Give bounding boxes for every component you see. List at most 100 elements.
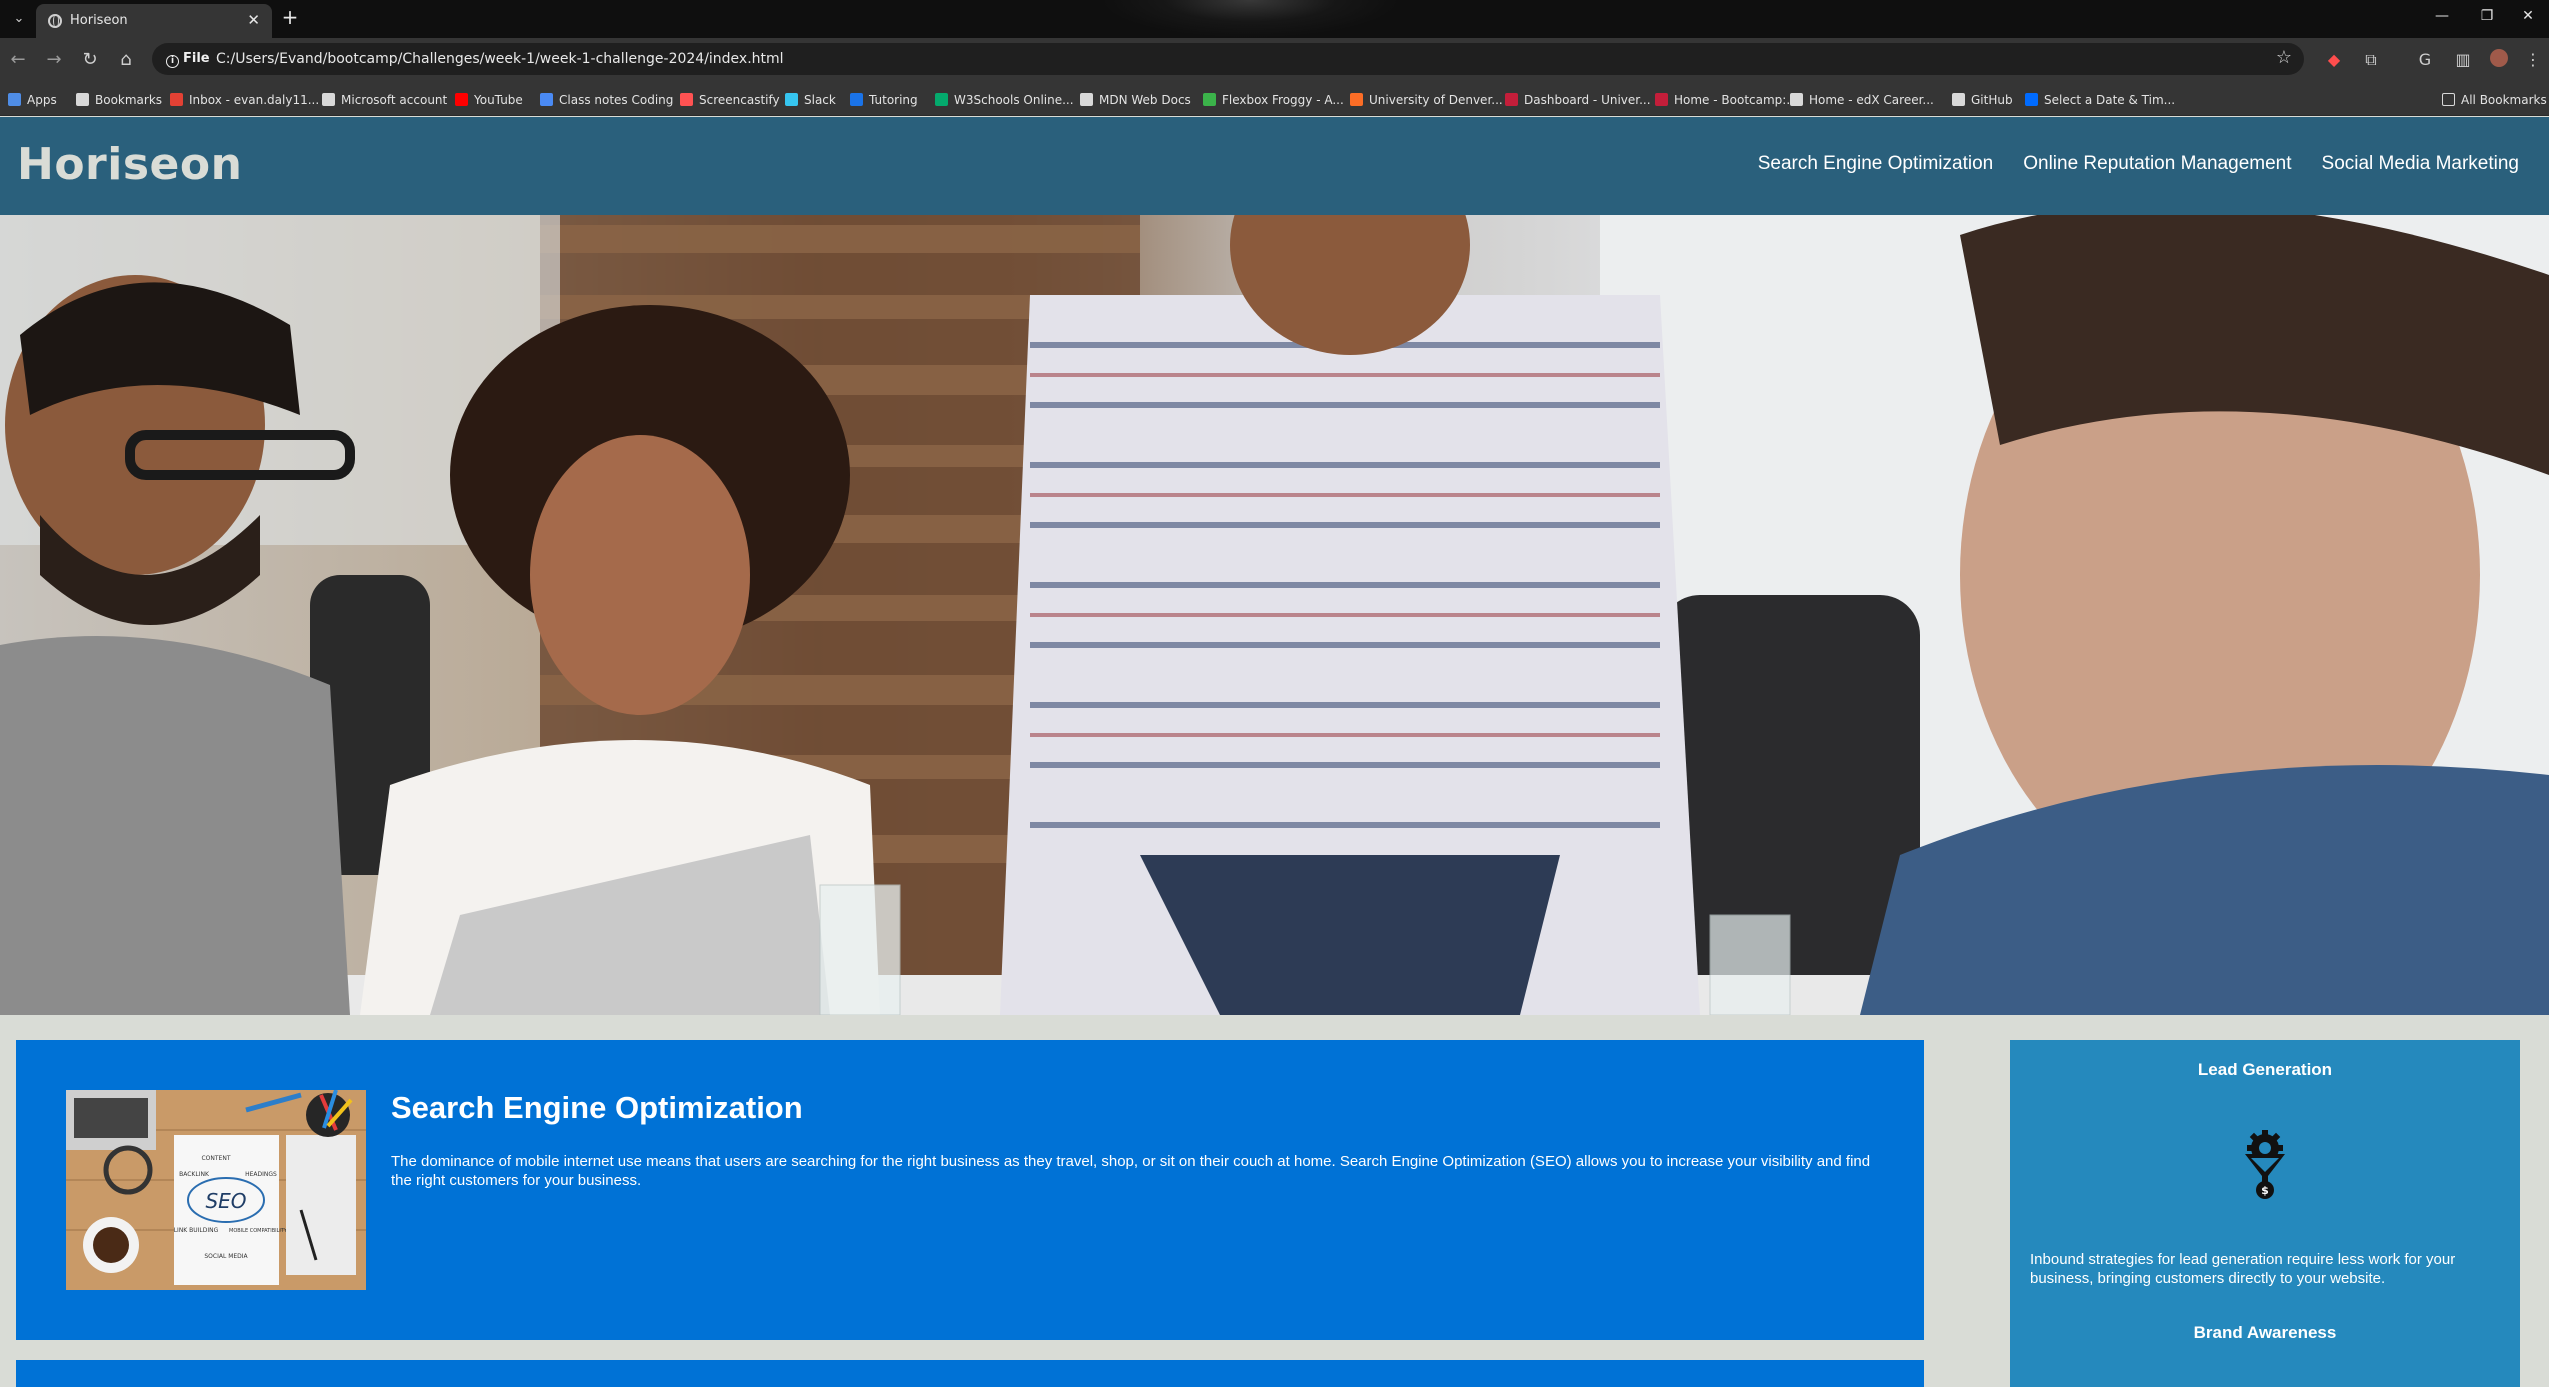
forward-icon[interactable]: → <box>42 48 66 72</box>
bookmark-label: University of Denver... <box>1369 93 1503 107</box>
bookmark-label: Apps <box>27 93 57 107</box>
lead-generation-title: Lead Generation <box>2197 1060 2333 1079</box>
seo-desk-illustration: SEO CONTENT BACKLINK HEADINGS LINK BUILD… <box>66 1090 366 1290</box>
address-bar[interactable]: i File C:/Users/Evand/bootcamp/Challenges… <box>152 43 2304 75</box>
bookmark-item[interactable]: Bookmarks <box>76 91 162 109</box>
hero-photo-illustration <box>0 215 2549 1015</box>
bookmark-label: Microsoft account <box>341 93 448 107</box>
tutoring-icon <box>850 93 863 106</box>
bookmark-item[interactable]: University of Denver... <box>1350 91 1503 109</box>
bookmark-item[interactable]: Select a Date & Tim... <box>2025 91 2175 109</box>
globe-icon <box>48 14 62 28</box>
bookmark-label: Slack <box>804 93 836 107</box>
bookmark-item[interactable]: Screencastify <box>680 91 780 109</box>
side-panel-icon[interactable]: ▥ <box>2452 49 2474 71</box>
brand-awareness-title: Brand Awareness <box>2193 1323 2337 1342</box>
seo-image-word: HEADINGS <box>245 1171 277 1178</box>
all-bookmarks-label: All Bookmarks <box>2461 93 2547 107</box>
slack-icon <box>785 93 798 106</box>
edx-icon <box>1790 93 1803 106</box>
bookmark-item[interactable]: YouTube <box>455 91 523 109</box>
bookmark-label: Flexbox Froggy - A... <box>1222 93 1344 107</box>
url-text[interactable]: C:/Users/Evand/bootcamp/Challenges/week-… <box>216 51 784 67</box>
microsoft-icon <box>322 93 335 106</box>
menu-kebab-icon[interactable]: ⋮ <box>2522 49 2544 71</box>
tab-search-icon[interactable]: ⌄ <box>8 8 30 30</box>
bookmark-label: Dashboard - Univer... <box>1524 93 1651 107</box>
site-nav: Search Engine Optimization Online Reputa… <box>1758 153 2519 175</box>
all-bookmarks[interactable]: All Bookmarks <box>2442 91 2547 109</box>
nav-link-seo[interactable]: Search Engine Optimization <box>1758 153 1994 175</box>
tab-title: Horiseon <box>70 13 128 28</box>
seo-image-word: SEO <box>205 1189 246 1213</box>
next-content-section <box>16 1360 1924 1387</box>
youtube-icon <box>455 93 468 106</box>
nav-link-social-media[interactable]: Social Media Marketing <box>2322 153 2519 175</box>
bookmark-item[interactable]: Slack <box>785 91 836 109</box>
bookmarks-bar: Apps Bookmarks Inbox - evan.daly11... Micro… <box>0 82 2549 116</box>
bookmark-label: Home - Bootcamp:... <box>1674 93 1798 107</box>
bookmark-label: YouTube <box>474 93 523 107</box>
canvas-icon <box>1505 93 1518 106</box>
minimize-icon[interactable]: — <box>2430 8 2454 24</box>
seo-image: SEO CONTENT BACKLINK HEADINGS LINK BUILD… <box>66 1090 366 1290</box>
google-icon[interactable]: G <box>2414 49 2436 71</box>
w3schools-icon <box>935 93 948 106</box>
bookmark-item[interactable]: GitHub <box>1952 91 2013 109</box>
bookmark-item[interactable]: Microsoft account <box>322 91 447 109</box>
site-info-chip[interactable]: i File <box>160 48 218 70</box>
bookmark-item[interactable]: Dashboard - Univer... <box>1505 91 1651 109</box>
close-window-icon[interactable]: ✕ <box>2516 8 2540 24</box>
site-header: Horiseon Search Engine Optimization Onli… <box>0 117 2549 215</box>
reload-icon[interactable]: ↻ <box>78 48 102 72</box>
profile-avatar-icon[interactable] <box>2488 49 2510 71</box>
seo-image-word: CONTENT <box>201 1155 230 1162</box>
docs-icon <box>540 93 553 106</box>
bookmark-item[interactable]: Home - edX Career... <box>1790 91 1934 109</box>
bookmark-item[interactable]: Apps <box>8 91 57 109</box>
browser-toolbar: ← → ↻ ⌂ i File C:/Users/Evand/bootcamp/Ch… <box>0 38 2549 82</box>
folder-icon <box>2442 93 2455 106</box>
bookmark-label: Inbox - evan.daly11... <box>189 93 320 107</box>
bookmark-item[interactable]: Home - Bootcamp:... <box>1655 91 1798 109</box>
extensions-icon[interactable]: ⧉ <box>2360 49 2382 71</box>
restore-icon[interactable]: ❐ <box>2475 8 2499 24</box>
seo-section: SEO CONTENT BACKLINK HEADINGS LINK BUILD… <box>16 1040 1924 1340</box>
back-icon[interactable]: ← <box>6 48 30 72</box>
screencastify-icon <box>680 93 693 106</box>
browser-tab-strip: ⌄ Horiseon ✕ + — ❐ ✕ <box>0 0 2549 38</box>
frog-icon <box>1203 93 1216 106</box>
site-logo[interactable]: Horiseon <box>17 139 242 190</box>
file-label: File <box>183 51 210 66</box>
bookmark-item[interactable]: W3Schools Online... <box>935 91 1074 109</box>
bookmark-label: Select a Date & Tim... <box>2044 93 2176 107</box>
seo-title: Search Engine Optimization <box>391 1090 803 1125</box>
calendly-icon <box>2025 93 2038 106</box>
page-viewport: Horiseon Search Engine Optimization Onli… <box>0 117 2549 1387</box>
home-icon[interactable]: ⌂ <box>114 48 138 72</box>
bookmark-label: Tutoring <box>869 93 918 107</box>
bookmark-item[interactable]: Flexbox Froggy - A... <box>1203 91 1344 109</box>
seo-image-word: LINK BUILDING <box>174 1227 219 1234</box>
bookmark-item[interactable]: Inbox - evan.daly11... <box>170 91 319 109</box>
screencastify-extension-icon[interactable]: ◆ <box>2323 49 2345 71</box>
close-tab-icon[interactable]: ✕ <box>247 11 260 29</box>
bookmark-star-icon[interactable]: ☆ <box>2276 47 2292 68</box>
bookmark-label: Screencastify <box>699 93 780 107</box>
gitlab-icon <box>1350 93 1363 106</box>
benefits-sidebar: Lead Generation $ Inbound strategies for… <box>2010 1040 2520 1387</box>
bookmark-item[interactable]: Class notes Coding <box>540 91 673 109</box>
nav-link-reputation[interactable]: Online Reputation Management <box>2023 153 2291 175</box>
seo-image-word: SOCIAL MEDIA <box>204 1253 248 1260</box>
github-icon <box>1952 93 1965 106</box>
seo-body: The dominance of mobile internet use mea… <box>391 1153 1871 1189</box>
new-tab-button[interactable]: + <box>278 6 302 30</box>
bookmark-label: GitHub <box>1971 93 2013 107</box>
lead-generation-body: Inbound strategies for lead generation r… <box>2030 1251 2456 1287</box>
bookmark-label: MDN Web Docs <box>1099 93 1191 107</box>
bookmark-item[interactable]: Tutoring <box>850 91 918 109</box>
gmail-icon <box>170 93 183 106</box>
browser-tab[interactable]: Horiseon ✕ <box>36 4 272 38</box>
bookmark-item[interactable]: MDN Web Docs <box>1080 91 1191 109</box>
lead-generation-funnel-icon: $ <box>2235 1128 2295 1200</box>
